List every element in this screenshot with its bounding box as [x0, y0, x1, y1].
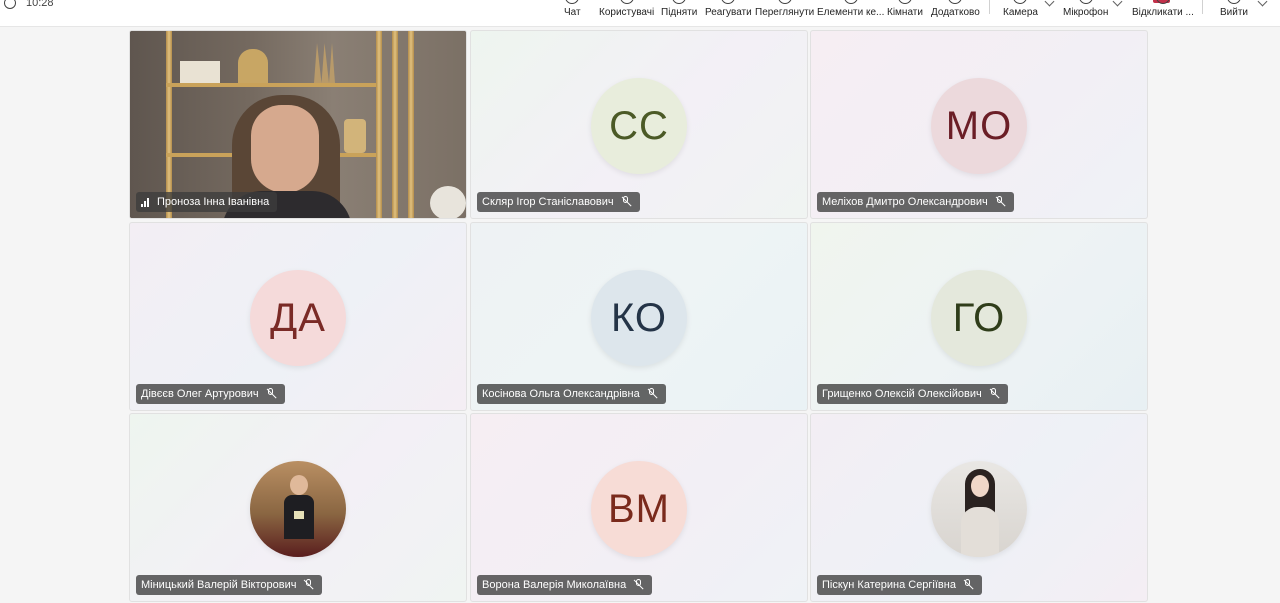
participant-tile[interactable]: ВМ Ворона Валерія Миколаївна: [470, 413, 808, 602]
participant-nameplate: Меліхов Дмитро Олександрович: [817, 192, 1014, 212]
meeting-timer: 10:28: [4, 0, 54, 10]
participant-tile[interactable]: Піскун Катерина Сергіївна: [810, 413, 1148, 602]
mic-muted-icon: [646, 388, 658, 400]
participant-name: Піскун Катерина Сергіївна: [822, 579, 956, 591]
microphone-icon: [1078, 0, 1093, 4]
camera-button[interactable]: Камера: [1003, 0, 1038, 18]
stop-sharing-button[interactable]: Відкликати ...: [1132, 0, 1194, 18]
leave-icon: [1227, 0, 1241, 4]
decor-sculpture: [238, 49, 268, 83]
photo-face: [971, 475, 989, 497]
participant-tile[interactable]: КО Косінова Ольга Олександрівна: [470, 222, 808, 411]
participant-nameplate: Піскун Катерина Сергіївна: [817, 575, 982, 595]
camera-icon: [1013, 0, 1028, 4]
mic-muted-icon: [620, 196, 632, 208]
people-icon: [619, 0, 634, 4]
books: [180, 61, 220, 83]
avatar: ВМ: [591, 461, 687, 557]
chat-icon: [565, 0, 580, 4]
people-button[interactable]: Користувачі: [599, 0, 654, 18]
shelf-post: [376, 31, 382, 218]
toolbar-divider: [989, 0, 990, 14]
camera-options-chevron-icon[interactable]: [1044, 0, 1055, 7]
participant-name: Скляр Ігор Станіславович: [482, 196, 614, 208]
participant-tile-video[interactable]: Проноза Інна Іванівна: [129, 30, 467, 219]
leave-button[interactable]: Вийти: [1220, 0, 1248, 18]
apps-button[interactable]: Елементи ке...: [817, 0, 884, 18]
avatar: МО: [931, 78, 1027, 174]
avatar-photo: [250, 461, 346, 557]
participant-nameplate: Дівєєв Олег Артурович: [136, 384, 285, 404]
participant-nameplate: Косінова Ольга Олександрівна: [477, 384, 666, 404]
participant-name: Міницький Валерій Вікторович: [141, 579, 297, 591]
participant-tile[interactable]: ДА Дівєєв Олег Артурович: [129, 222, 467, 411]
avatar-photo: [931, 461, 1027, 557]
shelf: [166, 83, 376, 87]
toolbar-divider: [1202, 0, 1203, 14]
avatar: ГО: [931, 270, 1027, 366]
raise-hand-icon: [672, 0, 687, 4]
participant-tile[interactable]: Міницький Валерій Вікторович: [129, 413, 467, 602]
decor-vase: [430, 186, 466, 218]
mic-muted-icon: [988, 388, 1000, 400]
participant-nameplate: Скляр Ігор Станіславович: [477, 192, 640, 212]
microphone-button[interactable]: Мікрофон: [1063, 0, 1108, 18]
participant-name: Дівєєв Олег Артурович: [141, 388, 259, 400]
participant-name: Грищенко Олексій Олексійович: [822, 388, 982, 400]
participant-nameplate: Міницький Валерій Вікторович: [136, 575, 323, 595]
mic-muted-icon: [632, 579, 644, 591]
participant-name: Проноза Інна Іванівна: [157, 196, 270, 208]
shield-icon: [4, 0, 16, 9]
chat-button[interactable]: Чат: [564, 0, 581, 18]
more-button[interactable]: Додатково: [931, 0, 980, 18]
signal-icon: [141, 197, 151, 207]
participant-tile[interactable]: МО Меліхов Дмитро Олександрович: [810, 30, 1148, 219]
decor-candle: [344, 119, 366, 153]
photo-dress: [961, 507, 999, 557]
participant-name: Меліхов Дмитро Олександрович: [822, 196, 988, 208]
react-button[interactable]: Реагувати: [705, 0, 752, 18]
avatar: ДА: [250, 270, 346, 366]
participant-tile[interactable]: ГО Грищенко Олексій Олексійович: [810, 222, 1148, 411]
avatar: СС: [591, 78, 687, 174]
shelf-post: [408, 31, 414, 218]
rooms-button[interactable]: Кімнати: [887, 0, 923, 18]
participant-name: Косінова Ольга Олександрівна: [482, 388, 640, 400]
photo-document: [294, 511, 304, 519]
avatar: КО: [591, 270, 687, 366]
rooms-icon: [897, 0, 912, 4]
mic-muted-icon: [962, 579, 974, 591]
microphone-options-chevron-icon[interactable]: [1112, 0, 1123, 7]
share-icon: [1155, 0, 1170, 4]
participant-nameplate: Ворона Валерія Миколаївна: [477, 575, 653, 595]
participant-nameplate: Грищенко Олексій Олексійович: [817, 384, 1008, 404]
participant-nameplate: Проноза Інна Іванівна: [136, 192, 278, 212]
mic-muted-icon: [302, 579, 315, 591]
participant-tile[interactable]: СС Скляр Ігор Станіславович: [470, 30, 808, 219]
timer-label: 10:28: [26, 0, 54, 9]
react-icon: [721, 0, 736, 4]
shelf-post: [166, 31, 172, 218]
leave-options-chevron-icon[interactable]: [1257, 0, 1268, 7]
more-icon: [948, 0, 963, 4]
mic-muted-icon: [994, 196, 1006, 208]
participant-name: Ворона Валерія Миколаївна: [482, 579, 627, 591]
shelf-post: [392, 31, 398, 218]
mic-muted-icon: [265, 388, 277, 400]
participant-video-face: [251, 105, 319, 193]
view-icon: [777, 0, 792, 4]
view-button[interactable]: Переглянути: [755, 0, 814, 18]
raise-hand-button[interactable]: Підняти: [661, 0, 697, 18]
meeting-toolbar: 10:28 Чат Користувачі Підняти Реагувати …: [0, 0, 1280, 27]
photo-head: [290, 475, 308, 495]
apps-icon: [843, 0, 858, 4]
